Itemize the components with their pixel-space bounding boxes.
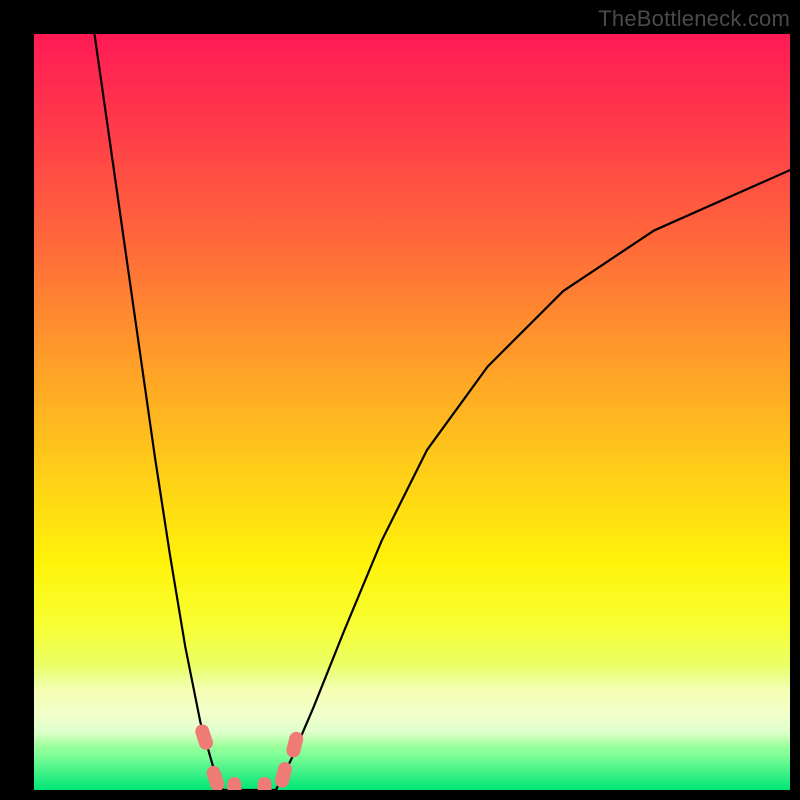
curve-path [94,34,790,790]
watermark-text: TheBottleneck.com [598,6,790,32]
chart-frame: TheBottleneck.com [0,0,800,800]
right-marker-upper [285,730,305,759]
floor-marker-2 [258,777,272,790]
floor-marker-1 [227,777,241,790]
curve-group [94,34,790,790]
plot-area [34,34,790,790]
bottleneck-curve [34,34,790,790]
left-marker-upper [193,723,214,752]
left-marker-lower [205,764,226,790]
right-marker-lower [274,761,294,790]
